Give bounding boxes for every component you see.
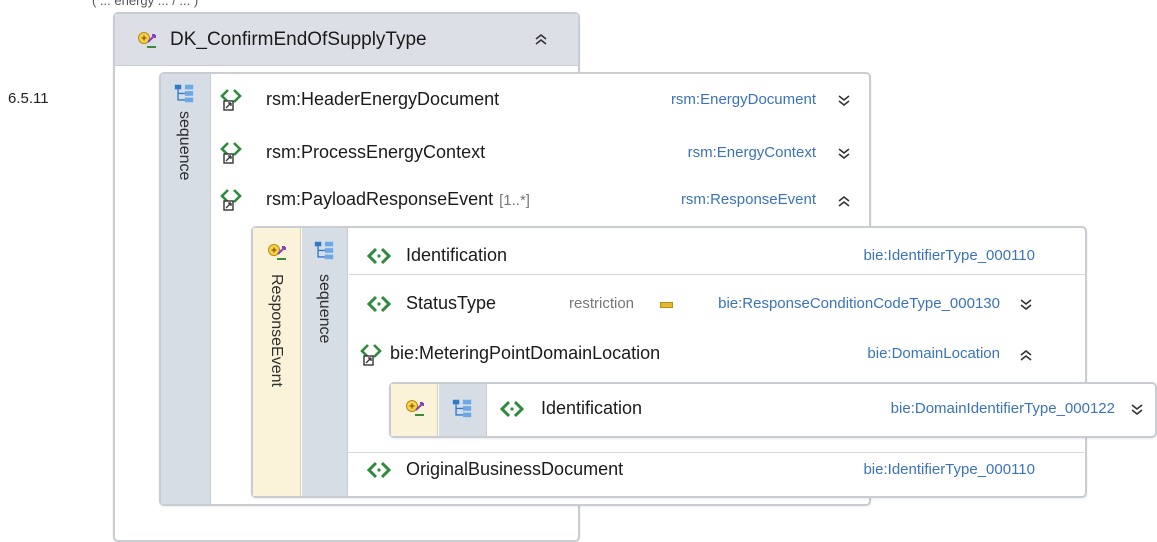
sequence-icon [173, 82, 195, 104]
element-type-link[interactable]: bie:ResponseConditionCodeType_000130 [718, 295, 1000, 312]
element-row-header-energy-document[interactable]: rsm:HeaderEnergyDocument rsm:EnergyDocum… [220, 86, 860, 116]
element-type-link[interactable]: rsm:EnergyContext [688, 144, 816, 161]
element-icon [499, 399, 525, 419]
element-reference-icon [220, 188, 246, 212]
element-icon [366, 246, 392, 266]
element-name: rsm:HeaderEnergyDocument [266, 89, 500, 109]
complex-type-icon [265, 240, 289, 264]
response-event-type-label: ResponseEvent [268, 274, 285, 387]
element-name: bie:MeteringPointDomainLocation [390, 343, 661, 363]
element-reference-icon [220, 141, 246, 165]
complex-type-icon [403, 396, 427, 420]
row-divider [349, 274, 1085, 275]
element-row-payload-response-event[interactable]: rsm:PayloadResponseEvent [1..*] rsm:Respo… [220, 186, 860, 216]
expand-chevron-icon[interactable] [1018, 297, 1034, 313]
collapse-chevron-icon[interactable] [1018, 347, 1034, 363]
element-type-link[interactable]: bie:IdentifierType_000110 [863, 461, 1035, 478]
domain-location-sequence-strip [439, 384, 487, 436]
element-name: rsm:PayloadResponseEvent [1..*] [266, 189, 530, 210]
element-icon [366, 294, 392, 314]
response-event-sequence-strip: sequence [302, 228, 348, 496]
element-type-link[interactable]: rsm:EnergyDocument [671, 91, 816, 108]
element-reference-icon [360, 343, 386, 367]
element-name-text: rsm:PayloadResponseEvent [266, 189, 494, 209]
element-icon [366, 460, 392, 480]
element-name: Identification [406, 245, 508, 265]
expand-chevron-icon[interactable] [836, 93, 852, 109]
element-type-link[interactable]: rsm:ResponseEvent [681, 191, 816, 208]
element-name: Identification [541, 398, 643, 418]
element-row-process-energy-context[interactable]: rsm:ProcessEnergyContext rsm:EnergyConte… [220, 139, 860, 169]
restriction-label: restriction [569, 295, 635, 312]
element-row-original-business-document[interactable]: OriginalBusinessDocument bie:IdentifierT… [360, 455, 1050, 485]
row-divider [348, 452, 1084, 453]
section-number: 6.5.11 [8, 90, 49, 107]
element-row-status-type[interactable]: StatusType restriction bie:ResponseCondi… [360, 289, 1050, 319]
element-type-link[interactable]: bie:DomainIdentifierType_000122 [891, 400, 1115, 417]
sequence-icon [451, 397, 473, 419]
expand-chevron-icon[interactable] [1129, 402, 1145, 418]
element-type-link[interactable]: bie:IdentifierType_000110 [863, 247, 1035, 264]
cardinality: [1..*] [499, 192, 530, 209]
root-header[interactable]: DK_ConfirmEndOfSupplyType [115, 14, 578, 66]
element-name: rsm:ProcessEnergyContext [266, 142, 486, 162]
collapse-chevron-icon[interactable] [836, 193, 852, 209]
restriction-bar-icon [660, 302, 673, 308]
element-type-link[interactable]: bie:DomainLocation [867, 345, 1000, 362]
root-title: DK_ConfirmEndOfSupplyType [170, 29, 427, 50]
element-reference-icon [220, 88, 246, 112]
top-caption: ( ... energy ... / ... ) [92, 0, 199, 8]
element-name: StatusType [406, 293, 497, 313]
outer-sequence-label: sequence [176, 111, 193, 181]
sequence-icon [313, 239, 335, 261]
element-row-identification[interactable]: Identification bie:IdentifierType_000110 [360, 241, 1050, 271]
collapse-chevron-icon[interactable] [533, 31, 549, 47]
domain-location-type-strip [391, 384, 438, 436]
element-name: OriginalBusinessDocument [406, 459, 624, 479]
element-row-metering-point-domain-location[interactable]: bie:MeteringPointDomainLocation bie:Doma… [360, 340, 1050, 370]
element-row-domain-identification[interactable]: Identification bie:DomainIdentifierType_… [493, 394, 1153, 424]
complex-type-icon [135, 28, 159, 52]
outer-sequence-strip: sequence [161, 74, 211, 504]
response-event-type-strip: ResponseEvent [253, 228, 301, 496]
response-event-sequence-label: sequence [316, 274, 333, 344]
expand-chevron-icon[interactable] [836, 146, 852, 162]
